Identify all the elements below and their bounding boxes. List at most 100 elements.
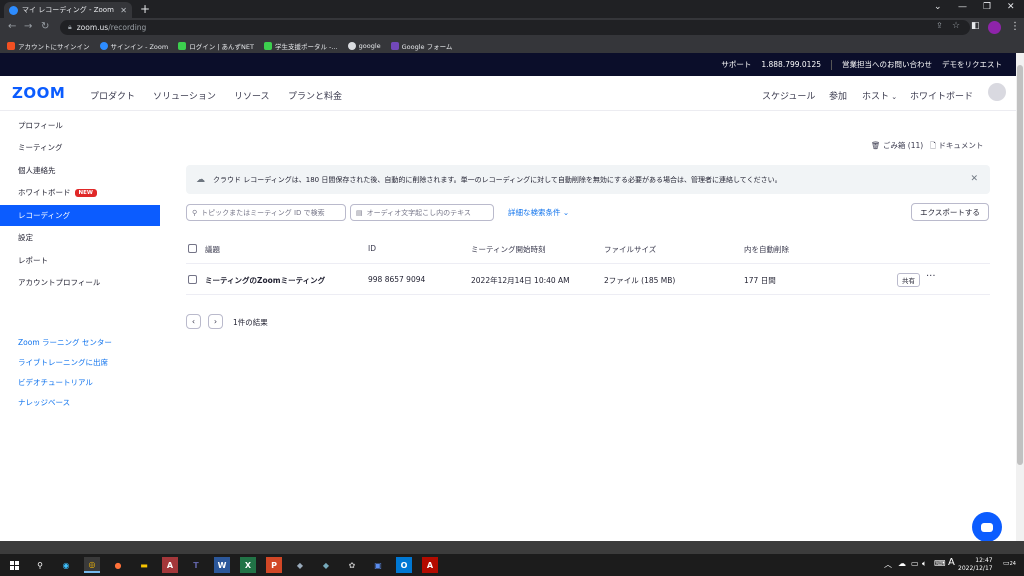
close-tab-icon[interactable]: ✕ <box>120 6 127 15</box>
url-bar[interactable]: 🔒︎ zoom.us/recording <box>60 20 970 35</box>
word-icon[interactable]: W <box>214 557 230 573</box>
nav-resources[interactable]: リソース <box>234 89 270 102</box>
bookmark-star-icon[interactable]: ☆ <box>952 21 960 31</box>
file-explorer-icon[interactable]: ▬ <box>136 557 152 573</box>
sidebar-item-meetings[interactable]: ミーティング <box>0 137 160 158</box>
divider <box>831 59 832 70</box>
results-count: 1件の結果 <box>233 318 268 327</box>
microsoft-logo-icon <box>7 41 15 50</box>
bookmark-item[interactable]: サインイン - Zoom <box>99 41 168 51</box>
minimize-icon[interactable]: — <box>958 2 967 12</box>
page-scrollbar[interactable] <box>1016 53 1024 541</box>
bookmark-item[interactable]: アカウントにサインイン <box>7 41 90 51</box>
sidebar-item-reports[interactable]: レポート <box>0 250 160 271</box>
sidebar-item-settings[interactable]: 設定 <box>0 227 160 248</box>
scrollbar-thumb[interactable] <box>1017 65 1023 465</box>
sidebar-item-contacts[interactable]: 個人連絡先 <box>0 160 160 181</box>
globe-icon <box>347 41 356 50</box>
ime-indicator[interactable]: A <box>948 557 955 568</box>
bookmark-item[interactable]: google <box>347 41 381 50</box>
sidebar-item-profile[interactable]: プロフィール <box>0 115 160 136</box>
request-demo-link[interactable]: デモをリクエスト <box>942 59 1002 70</box>
zoom-logo[interactable]: ZOOM <box>12 84 65 102</box>
search-icon[interactable]: ⚲ <box>32 557 48 573</box>
teams-icon[interactable]: T <box>188 557 204 573</box>
recording-topic-link[interactable]: ミーティングのZoomミーティング <box>205 275 325 286</box>
file-size[interactable]: 2ファイル (185 MB) <box>604 275 675 286</box>
powerpoint-icon[interactable]: P <box>266 557 282 573</box>
chat-support-button[interactable] <box>972 512 1002 542</box>
sidebar-item-account-profile[interactable]: アカウントプロフィール <box>0 272 160 293</box>
onedrive-icon[interactable]: ☁︎ <box>898 559 906 568</box>
forward-icon[interactable]: → <box>24 21 32 32</box>
sidebar-item-whiteboard[interactable]: ホワイトボード NEW <box>0 182 160 203</box>
user-avatar[interactable] <box>988 83 1006 101</box>
reload-icon[interactable]: ↻ <box>41 21 49 32</box>
row-checkbox[interactable] <box>188 275 197 284</box>
contact-sales-link[interactable]: 営業担当へのお問い合わせ <box>842 59 932 70</box>
outlook-icon[interactable]: O <box>396 557 412 573</box>
close-window-icon[interactable]: ✕ <box>1007 2 1015 12</box>
keyboard-icon[interactable]: ⌨︎ <box>934 559 946 568</box>
tab-title: マイ レコーディング - Zoom <box>22 6 114 14</box>
tab-search-icon[interactable]: ⌄ <box>934 2 942 12</box>
excel-icon[interactable]: X <box>240 557 256 573</box>
next-page-button[interactable]: › <box>208 314 223 329</box>
restore-icon[interactable]: ❐ <box>983 2 991 12</box>
live-training-link[interactable]: ライブトレーニングに出席 <box>18 357 108 368</box>
previous-page-button[interactable]: ‹ <box>186 314 201 329</box>
side-panel-icon[interactable]: ◧ <box>971 21 980 31</box>
close-icon[interactable]: ✕ <box>970 174 978 184</box>
chrome-icon[interactable]: ◎ <box>84 557 100 573</box>
app-icon[interactable]: ◆ <box>292 557 308 573</box>
nav-pricing[interactable]: プランと料金 <box>288 89 342 102</box>
knowledge-base-link[interactable]: ナレッジベース <box>18 397 70 408</box>
acrobat-icon[interactable]: A <box>422 557 438 573</box>
search-icon: ⚲ <box>192 208 198 217</box>
nav-schedule[interactable]: スケジュール <box>762 89 815 102</box>
learning-center-link[interactable]: Zoom ラーニング センター <box>18 337 112 348</box>
edge-icon[interactable]: ◉ <box>58 557 74 573</box>
app-icon[interactable]: ◆ <box>318 557 334 573</box>
documents-link[interactable]: 🗋︎ ドキュメント <box>930 140 983 153</box>
firefox-icon[interactable]: ● <box>110 557 126 573</box>
tray-chevron-up-icon[interactable]: ︿ <box>884 559 892 570</box>
nav-whiteboard[interactable]: ホワイトボード <box>910 89 973 102</box>
bookmark-item[interactable]: 学生支援ポータル -... <box>263 41 338 51</box>
share-page-icon[interactable]: ⇪ <box>936 21 943 30</box>
notification-center[interactable]: ▭24 <box>1003 559 1016 567</box>
more-options-icon[interactable]: ··· <box>926 271 936 282</box>
start-time: 2022年12月14日 10:40 AM <box>471 276 570 285</box>
app-icon[interactable]: ▣ <box>370 557 386 573</box>
nav-solutions[interactable]: ソリューション <box>153 89 216 102</box>
browser-tab[interactable]: マイ レコーディング - Zoom ✕ <box>4 2 132 18</box>
access-icon[interactable]: A <box>162 557 178 573</box>
back-icon[interactable]: ← <box>8 21 16 32</box>
profile-avatar-icon[interactable] <box>988 21 1001 34</box>
windows-start-icon[interactable] <box>6 557 22 573</box>
search-input[interactable]: ⚲ トピックまたはミーティング ID で検索 <box>186 204 346 221</box>
system-clock[interactable]: 12:47 2022/12/17 <box>958 557 993 573</box>
new-tab-button[interactable]: + <box>140 2 150 16</box>
share-button[interactable]: 共有 <box>897 273 920 287</box>
advanced-search-toggle[interactable]: 詳細な検索条件 ⌄ <box>508 207 569 218</box>
browser-menu-icon[interactable]: ⋮ <box>1010 21 1020 32</box>
support-link[interactable]: サポート <box>721 59 751 70</box>
video-tutorials-link[interactable]: ビデオチュートリアル <box>18 377 93 388</box>
nav-join[interactable]: 参加 <box>829 89 847 102</box>
export-button[interactable]: エクスポートする <box>911 203 989 221</box>
app-icon[interactable]: ✿ <box>344 557 360 573</box>
transcript-search-input[interactable]: ▤ オーディオ文字起こし内のテキス <box>350 204 494 221</box>
nav-products[interactable]: プロダクト <box>90 89 135 102</box>
sidebar-item-recordings[interactable]: レコーディング <box>0 205 160 226</box>
network-icon[interactable]: ▭ <box>911 559 919 568</box>
bookmark-item[interactable]: ログイン | あんずNET <box>178 41 254 51</box>
url-host: zoom.us <box>76 23 109 32</box>
volume-icon[interactable]: 🔈︎ <box>922 559 927 569</box>
window-bottom-edge <box>0 541 1024 554</box>
nav-host[interactable]: ホスト ⌄ <box>862 89 897 102</box>
trash-link[interactable]: 🗑︎ ごみ箱 (11) <box>871 140 923 151</box>
bookmark-item[interactable]: Google フォーム <box>390 41 452 51</box>
phone-link[interactable]: 1.888.799.0125 <box>761 60 821 69</box>
select-all-checkbox[interactable] <box>188 244 197 253</box>
